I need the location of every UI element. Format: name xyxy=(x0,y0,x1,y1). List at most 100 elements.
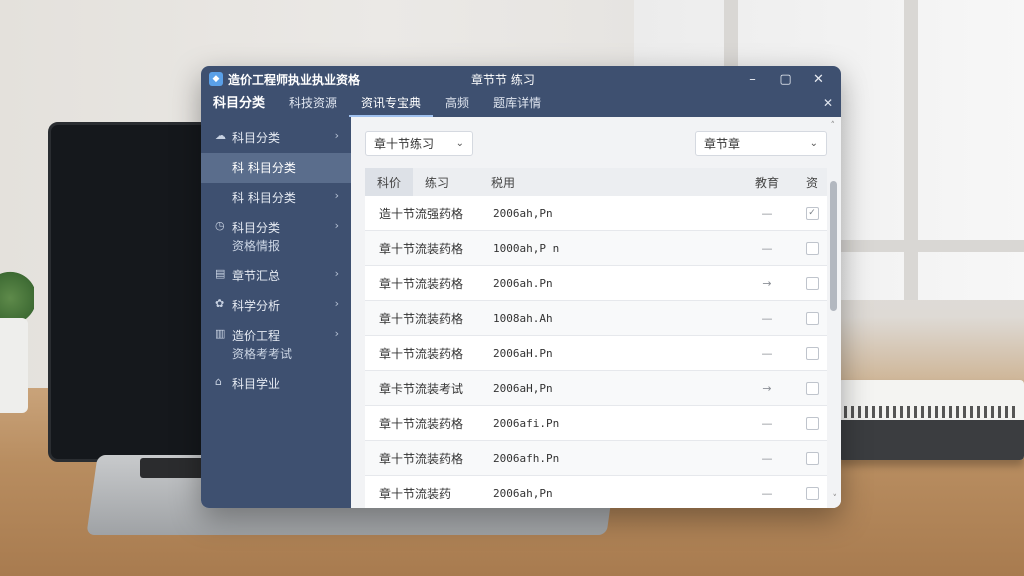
menu-bar: 科目分类 科技资源 资讯专宝典 高频 题库详情 ✕ xyxy=(201,92,841,117)
table-body: 造十节流强药格 2006ah,Pn — ✓ 章十节流装药格 1000ah,P n — 章十节流… xyxy=(365,196,827,508)
sidebar-item[interactable]: ◷ 科目分类资格情报 › xyxy=(201,213,351,261)
table-row[interactable]: 章十节流装药格 2006aH.Pn — xyxy=(365,336,827,371)
row-checkbox[interactable] xyxy=(805,241,819,255)
row-checkbox[interactable] xyxy=(805,276,819,290)
laptop-keyboard xyxy=(140,458,210,478)
row-value: 2006afi.Pn xyxy=(493,416,560,430)
sidebar-item[interactable]: 科 科目分类 › xyxy=(201,183,351,213)
chapter-select[interactable]: 章十节练习 ⌄ xyxy=(365,131,473,156)
main-panel: 章十节练习 ⌄ 章节章 ⌄ 科价 练习 税用 教育 资 造十节流强药格 2006a… xyxy=(351,117,841,508)
row-name: 造十节流强药格 xyxy=(379,206,464,221)
sidebar-item[interactable]: ▤ 章节汇总 › xyxy=(201,261,351,291)
chevron-down-icon: ⌄ xyxy=(455,138,464,149)
sidebar-item-sublabel: 资格情报 xyxy=(232,239,281,253)
row-check-cell xyxy=(797,451,827,465)
row-arrow-icon[interactable]: — xyxy=(737,417,797,430)
row-name: 章十节流装药格 xyxy=(379,416,464,431)
sidebar-item[interactable]: ⌂ 科目学业 xyxy=(201,369,351,399)
scroll-up-icon[interactable]: ˄ xyxy=(831,121,836,131)
tab-price[interactable]: 科价 xyxy=(365,168,414,196)
row-check-cell xyxy=(797,486,827,500)
scroll-down-icon[interactable]: ˅ xyxy=(833,494,838,504)
row-checkbox[interactable]: ✓ xyxy=(805,206,819,220)
column-header-usage[interactable]: 税用 xyxy=(491,174,515,191)
sidebar-item-label: 章节汇总 xyxy=(232,269,281,283)
row-name: 章十节流装药格 xyxy=(379,346,464,361)
row-check-cell: ✓ xyxy=(797,206,827,220)
row-arrow-icon[interactable]: — xyxy=(737,207,797,220)
sidebar-item[interactable]: ✿ 科学分析 › xyxy=(201,291,351,321)
table-header: 科价 练习 税用 教育 资 xyxy=(365,168,827,196)
section-select[interactable]: 章节章 ⌄ xyxy=(695,131,827,156)
bank-icon: ⌂ xyxy=(215,375,222,388)
row-name: 章卡节流装考试 xyxy=(379,381,464,396)
table-row[interactable]: 造十节流强药格 2006ah,Pn — ✓ xyxy=(365,196,827,231)
tab-practice[interactable]: 练习 xyxy=(413,168,461,196)
row-value: 2006afh.Pn xyxy=(493,451,560,465)
sidebar-item-label: 科目分类 xyxy=(232,221,281,235)
building-icon: ▥ xyxy=(215,327,226,340)
plant xyxy=(0,262,34,322)
sidebar-item-label: 科目分类 xyxy=(232,131,281,145)
chapter-select-value: 章十节练习 xyxy=(374,137,435,151)
clock-icon: ◷ xyxy=(215,219,225,232)
menu-item-handbook[interactable]: 资讯专宝典 xyxy=(349,94,434,117)
scrollbar[interactable] xyxy=(830,181,837,501)
column-header-select[interactable]: 资 xyxy=(797,174,827,191)
menu-item-frequent[interactable]: 高频 xyxy=(433,94,481,117)
close-button[interactable]: ✕ xyxy=(802,72,835,87)
sidebar-item[interactable]: ▥ 造价工程 资格考考试 › xyxy=(201,321,351,369)
menu-item-question-bank[interactable]: 题库详情 xyxy=(481,94,553,117)
sidebar-item[interactable]: ☁ 科目分类 › xyxy=(201,123,351,153)
row-checkbox[interactable] xyxy=(805,486,819,500)
row-check-cell xyxy=(797,381,827,395)
table-row[interactable]: 章十节流装药 2006ah,Pn — xyxy=(365,476,827,508)
chevron-right-icon: › xyxy=(334,129,339,142)
row-arrow-icon[interactable]: — xyxy=(737,452,797,465)
row-check-cell xyxy=(797,346,827,360)
cloud-icon: ☁ xyxy=(215,129,226,142)
sidebar-item-label: 造价工程 xyxy=(232,329,281,343)
table-row[interactable]: 章十节流装药格 2006ah.Pn → xyxy=(365,266,827,301)
column-header-education[interactable]: 教育 xyxy=(737,174,797,191)
table-row[interactable]: 章卡节流装考试 2006aH,Pn → xyxy=(365,371,827,406)
sidebar-item-sublabel: 资格考考试 xyxy=(232,347,293,361)
row-value: 2006ah,Pn xyxy=(493,486,553,500)
row-checkbox[interactable] xyxy=(805,311,819,325)
sidebar-item-label: 科 科目分类 xyxy=(232,191,296,205)
scrollbar-thumb[interactable] xyxy=(830,181,837,311)
row-value: 2006ah,Pn xyxy=(493,206,553,220)
table-row[interactable]: 章十节流装药格 2006afi.Pn — xyxy=(365,406,827,441)
chevron-down-icon: ⌄ xyxy=(809,138,818,149)
menu-item-subjects[interactable]: 科目分类 xyxy=(213,92,277,117)
minimize-button[interactable]: – xyxy=(736,72,769,87)
sidebar: ☁ 科目分类 › 科 科目分类科 科目分类 › ◷ 科目分类 资格情报 › ▤ 章节汇总 › ✿ 科学分析… xyxy=(201,117,351,508)
title-bar: ◆ 造价工程师执业执业资格 章节节 练习 – ▢ ✕ xyxy=(201,66,841,92)
row-arrow-icon[interactable]: — xyxy=(737,242,797,255)
row-arrow-icon[interactable]: → xyxy=(737,382,797,395)
table-row[interactable]: 章十节流装药格 2006afh.Pn — xyxy=(365,441,827,476)
row-arrow-icon[interactable]: → xyxy=(737,277,797,290)
menu-item-resources[interactable]: 科技资源 xyxy=(277,94,349,117)
row-checkbox[interactable] xyxy=(805,346,819,360)
row-checkbox[interactable] xyxy=(805,416,819,430)
chevron-right-icon: › xyxy=(334,219,339,232)
maximize-button[interactable]: ▢ xyxy=(769,72,802,87)
window-center-title: 章节节 练习 xyxy=(471,72,535,87)
chevron-right-icon: › xyxy=(334,189,339,202)
row-name: 章十节流装药格 xyxy=(379,276,464,291)
row-arrow-icon[interactable]: — xyxy=(737,487,797,500)
row-checkbox[interactable] xyxy=(805,381,819,395)
sidebar-item[interactable]: 科 科目分类 xyxy=(201,153,351,183)
panel-close-icon[interactable]: ✕ xyxy=(823,96,833,110)
row-name: 章十节流装药格 xyxy=(379,451,464,466)
table-row[interactable]: 章十节流装药格 1000ah,P n — xyxy=(365,231,827,266)
exercise-table: 科价 练习 税用 教育 资 造十节流强药格 2006ah,Pn — ✓ 章十节流装药格 1… xyxy=(365,168,827,508)
row-checkbox[interactable] xyxy=(805,451,819,465)
row-arrow-icon[interactable]: — xyxy=(737,347,797,360)
chevron-right-icon: › xyxy=(334,267,339,280)
chevron-right-icon: › xyxy=(334,297,339,310)
row-arrow-icon[interactable]: — xyxy=(737,312,797,325)
table-row[interactable]: 章十节流装药格 1008ah.Ah — xyxy=(365,301,827,336)
row-value: 2006aH,Pn xyxy=(493,381,553,395)
